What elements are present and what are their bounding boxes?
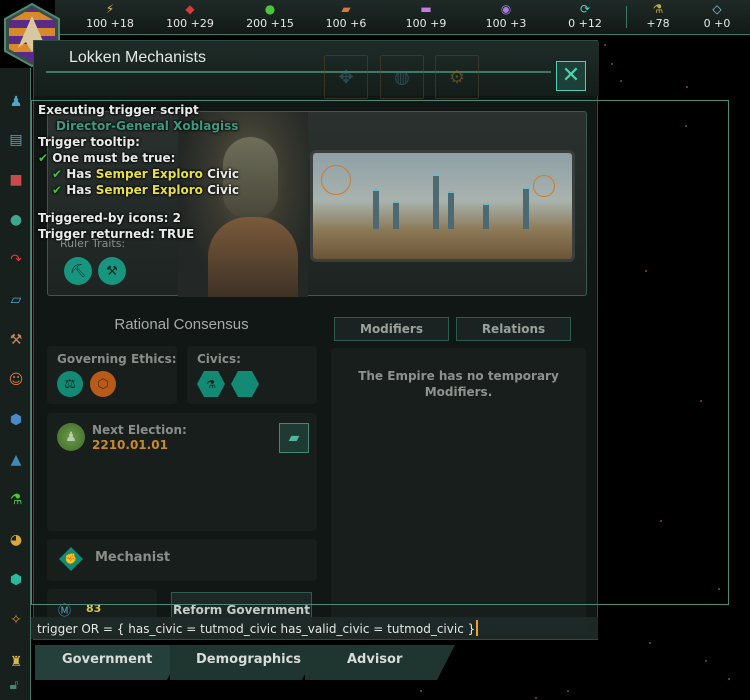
election-label: Next Election:: [92, 423, 187, 437]
close-button[interactable]: ✕: [556, 61, 586, 91]
civics-box: Civics: ⚗: [187, 346, 317, 404]
close-icon: ✕: [561, 63, 581, 88]
trigger-debug-output: Executing trigger script Director-Genera…: [38, 103, 240, 241]
sidebar-traditions-icon[interactable]: ⬢: [4, 408, 28, 432]
tab-relations[interactable]: Relations: [456, 317, 571, 341]
console-input[interactable]: trigger OR = { has_civic = tutmod_civic …: [37, 620, 479, 636]
sidebar-leaders-icon[interactable]: ♜: [4, 650, 28, 674]
sidebar-policies-icon[interactable]: ⚒: [4, 328, 28, 352]
resource-naval-capacity[interactable]: ◇ 0 +0: [682, 2, 750, 31]
consumer-goods-icon: ▰: [341, 2, 351, 16]
debug-line-executing: Executing trigger script: [38, 103, 199, 117]
modifiers-empty-text: The Empire has no temporary Modifiers.: [358, 369, 559, 399]
gear-icon: ⚙: [448, 66, 466, 88]
ballot-button[interactable]: ▰: [279, 423, 309, 453]
civic-technocracy-icon[interactable]: ⚗: [197, 371, 225, 397]
election-box: ♟ Next Election: 2210.01.01 ▰: [47, 413, 317, 531]
food-icon: ●: [264, 2, 276, 16]
ethics-label: Governing Ethics:: [57, 352, 177, 366]
resource-consumer-goods[interactable]: ▰ 100 +6: [311, 2, 381, 31]
sidebar-planets-icon[interactable]: ●: [4, 208, 28, 232]
election-date: 2210.01.01: [92, 438, 168, 452]
checkmark-icon: ✔: [52, 183, 63, 197]
ethic-materialist-icon[interactable]: ⬡: [90, 371, 116, 397]
lock-icon[interactable]: 🔓︎: [2, 673, 26, 697]
modifiers-list: The Empire has no temporary Modifiers.: [331, 348, 586, 633]
sidebar-ship-designer-icon[interactable]: ▲: [4, 448, 28, 472]
sidebar: ♟ ▤ ■ ● ↷ ▱ ⚒ ☺ ⬢ ▲ ⚗ ◕ ⬢ ✧ ♜ 🔓︎: [0, 68, 31, 700]
authority-label: Mechanist: [95, 550, 171, 565]
election-icon: ♟: [57, 423, 85, 451]
resource-alloys[interactable]: ▬ 100 +9: [391, 2, 461, 31]
unity-icon: ⟳: [579, 2, 591, 16]
resource-unity[interactable]: ⟳ 0 +12: [550, 2, 620, 31]
sidebar-factions-icon[interactable]: ⬢: [4, 568, 28, 592]
tab-advisor[interactable]: Advisor: [305, 645, 455, 680]
sidebar-market-icon[interactable]: ◕: [4, 528, 28, 552]
debug-line-one-must: One must be true:: [52, 151, 176, 165]
sidebar-contacts-icon[interactable]: ♟: [4, 90, 28, 114]
resource-food[interactable]: ● 200 +15: [235, 2, 305, 31]
naval-capacity-icon: ◇: [712, 2, 722, 16]
ballot-icon: ▰: [288, 430, 300, 446]
sidebar-genetics-icon[interactable]: ✧: [4, 608, 28, 632]
debug-line-tooltip: Trigger tooltip:: [38, 135, 140, 149]
console[interactable]: trigger OR = { has_civic = tutmod_civic …: [31, 617, 598, 639]
resource-influence[interactable]: ◉ 100 +3: [471, 2, 541, 31]
ethics-box: Governing Ethics: ⚖ ⬡: [47, 346, 177, 404]
trait-mining-icon[interactable]: ⛏: [64, 257, 92, 285]
sidebar-expansion-icon[interactable]: ↷: [4, 248, 28, 272]
government-type: Rational Consensus: [114, 316, 249, 333]
globe-icon: ◍: [394, 66, 410, 88]
trait-pickaxe-icon[interactable]: ⚒: [98, 257, 126, 285]
search-empire-button[interactable]: ✥: [324, 55, 368, 99]
window-title: Lokken Mechanists: [69, 49, 206, 66]
resource-bar: ⚡ 100 +18 ◆ 100 +29 ● 200 +15 ▰ 100 +6 ▬…: [55, 0, 750, 35]
sidebar-situation-log-icon[interactable]: ▤: [4, 128, 28, 152]
debug-line-returned: Trigger returned: TRUE: [38, 227, 195, 241]
debug-line-triggered-by: Triggered-by icons: 2: [38, 211, 181, 225]
authority-icon: ✊: [59, 547, 83, 571]
sidebar-edicts-icon[interactable]: ▱: [4, 288, 28, 312]
resource-energy[interactable]: ⚡ 100 +18: [75, 2, 145, 31]
civic-empty-icon[interactable]: [231, 371, 259, 397]
civic-highlight: Semper Exploro: [95, 167, 203, 181]
sidebar-species-icon[interactable]: ☺: [4, 368, 28, 392]
minerals-icon: ◆: [185, 2, 195, 16]
energy-icon: ⚡: [105, 2, 115, 16]
tab-government[interactable]: Government: [35, 645, 185, 680]
leader-name: Director-General Xoblagiss: [56, 119, 239, 133]
unity-value: 83: [86, 602, 102, 615]
influence-icon: ◉: [500, 2, 512, 16]
settings-button[interactable]: ⚙: [435, 55, 479, 99]
window-header: Lokken Mechanists ✥ ◍ ⚙ ✕: [34, 41, 599, 99]
resource-minerals[interactable]: ◆ 100 +29: [155, 2, 225, 31]
search-empire-icon: ✥: [338, 66, 354, 88]
civic-highlight: Semper Exploro: [95, 183, 203, 197]
sidebar-technology-icon[interactable]: ⚗: [4, 488, 28, 512]
tab-modifiers[interactable]: Modifiers: [334, 317, 449, 341]
text-caret: [476, 620, 479, 636]
alloys-icon: ▬: [420, 2, 432, 16]
checkmark-icon: ✔: [38, 151, 49, 165]
civics-label: Civics:: [197, 352, 241, 366]
ethic-egalitarian-icon[interactable]: ⚖: [57, 371, 83, 397]
tab-demographics[interactable]: Demographics: [170, 645, 320, 680]
search-planet-button[interactable]: ◍: [380, 55, 424, 99]
checkmark-icon: ✔: [52, 167, 63, 181]
authority-box: ✊ Mechanist: [47, 539, 317, 581]
sidebar-fleet-manager-icon[interactable]: ■: [4, 168, 28, 192]
homeworld-scene: [310, 150, 575, 262]
